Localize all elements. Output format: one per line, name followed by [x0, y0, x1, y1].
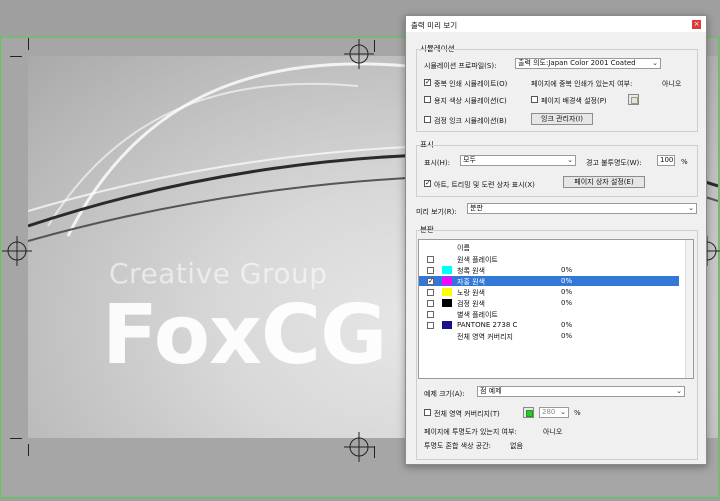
- ink-color-swatch: [442, 266, 452, 274]
- art-trim-label: 아트, 트리밍 및 도련 상자 표시(X): [434, 181, 535, 189]
- separation-row[interactable]: 청록 원색 0%: [419, 265, 679, 275]
- paper-color-checkbox[interactable]: [424, 96, 431, 103]
- art-trim-checkbox[interactable]: ✓: [424, 180, 431, 187]
- separation-name: 별색 플레이트: [457, 311, 498, 319]
- crop-mark: [10, 438, 22, 439]
- chevron-down-icon: ⌄: [567, 156, 573, 164]
- chevron-down-icon: ⌄: [676, 387, 682, 395]
- transparency-answer: 아니오: [543, 428, 563, 436]
- paper-color-label: 용지 색상 시뮬레이션(C): [434, 97, 507, 105]
- brand-subtitle: Creative Group: [109, 257, 328, 290]
- ink-color-swatch: [442, 288, 452, 296]
- ink-manager-button[interactable]: 잉크 관리자(I): [531, 113, 593, 125]
- separation-percent: 0%: [561, 288, 573, 296]
- sample-size-select[interactable]: 점 예제 ⌄: [477, 386, 685, 397]
- blend-space-label: 투명도 혼합 색상 공간:: [424, 442, 491, 450]
- blend-space-value: 없음: [510, 442, 523, 450]
- separation-percent: 0%: [561, 277, 573, 285]
- separation-percent: 0%: [561, 266, 573, 274]
- simulation-profile-value: 출력 의도:Japan Color 2001 Coated: [518, 59, 636, 67]
- show-label: 표시(H):: [424, 159, 450, 167]
- crop-mark: [374, 40, 375, 52]
- registration-mark-top-left: [344, 39, 374, 69]
- separation-row[interactable]: 원색 플레이트: [419, 254, 679, 264]
- separation-row[interactable]: ✓ 자홍 원색 0%: [419, 276, 679, 286]
- registration-mark-bottom: [344, 432, 374, 462]
- overprint-label: 중복 인쇄 시뮬레이트(O): [434, 80, 508, 88]
- separation-name: 청록 원색: [457, 267, 485, 275]
- chevron-down-icon: ⌄: [560, 408, 566, 416]
- show-value: 모두: [463, 156, 476, 164]
- overprint-checkbox[interactable]: ✓: [424, 79, 431, 86]
- simulation-profile-select[interactable]: 출력 의도:Japan Color 2001 Coated ⌄: [515, 58, 661, 69]
- coverage-label: 전체 영역 커버리지(T): [434, 410, 500, 418]
- separation-name: 검정 원색: [457, 300, 485, 308]
- page-bg-label: 페이지 배경색 설정(P): [541, 97, 607, 105]
- separation-row[interactable]: 전체 영역 커버리지 0%: [419, 331, 679, 341]
- registration-mark-left: [2, 236, 32, 266]
- coverage-value-select[interactable]: 280 ⌄: [539, 407, 569, 418]
- plate-group-checkbox[interactable]: [427, 311, 434, 318]
- black-ink-label: 검정 잉크 시뮬레이션(B): [434, 117, 507, 125]
- warning-opacity-input[interactable]: 100: [657, 155, 675, 166]
- ink-color-swatch: [442, 277, 452, 285]
- sample-size-label: 예제 크기(A):: [424, 390, 465, 398]
- dialog-titlebar[interactable]: 출력 미리 보기 ×: [406, 16, 706, 32]
- separations-header-name: 이름: [457, 244, 470, 252]
- coverage-value: 280: [542, 408, 556, 416]
- preview-value: 분판: [470, 204, 483, 212]
- simulation-profile-label: 시뮬레이션 프로파일(S):: [424, 62, 497, 70]
- separation-checkbox[interactable]: [427, 322, 434, 329]
- warning-opacity-label: 경고 불투명도(W):: [586, 159, 642, 167]
- page-bg-checkbox[interactable]: [531, 96, 538, 103]
- separation-row[interactable]: 검정 원색 0%: [419, 298, 679, 308]
- crop-mark: [28, 38, 29, 50]
- show-select[interactable]: 모두 ⌄: [460, 155, 576, 166]
- black-ink-checkbox[interactable]: [424, 116, 431, 123]
- separation-checkbox[interactable]: [427, 289, 434, 296]
- separation-percent: 0%: [561, 332, 573, 340]
- page-bg-color-swatch[interactable]: [628, 94, 639, 105]
- separation-row[interactable]: 노랑 원색 0%: [419, 287, 679, 297]
- overprint-answer: 아니오: [662, 80, 682, 88]
- warning-opacity-percent: %: [681, 158, 688, 166]
- plate-group-checkbox[interactable]: [427, 256, 434, 263]
- output-preview-dialog: 출력 미리 보기 × 시뮬레이션 시뮬레이션 프로파일(S): 출력 의도:Ja…: [405, 15, 707, 465]
- separation-row[interactable]: 별색 플레이트: [419, 309, 679, 319]
- separation-name: 노랑 원색: [457, 289, 485, 297]
- overprint-question: 페이지에 중복 인쇄가 있는지 여부:: [531, 80, 633, 88]
- separation-name: PANTONE 2738 C: [457, 321, 518, 329]
- preview-select[interactable]: 분판 ⌄: [467, 203, 697, 214]
- crop-mark: [374, 446, 375, 458]
- crop-mark: [28, 444, 29, 456]
- coverage-checkbox[interactable]: [424, 409, 431, 416]
- coverage-color-icon: [526, 410, 533, 417]
- close-icon[interactable]: ×: [692, 20, 701, 29]
- preview-label: 미리 보기(R):: [416, 208, 457, 216]
- crop-mark: [10, 56, 22, 57]
- coverage-percent: %: [574, 409, 581, 417]
- separation-percent: 0%: [561, 321, 573, 329]
- chevron-down-icon: ⌄: [688, 204, 694, 212]
- separations-list[interactable]: 이름 원색 플레이트청록 원색 0% ✓ 자홍 원색 0% 노랑 원색 0% 검정 원색 0% 별…: [418, 239, 694, 379]
- separation-checkbox[interactable]: [427, 267, 434, 274]
- brand-logo-text: FoxCG: [102, 288, 387, 383]
- separation-row[interactable]: PANTONE 2738 C 0%: [419, 320, 679, 330]
- separations-scrollbar[interactable]: [685, 240, 693, 378]
- transparency-question: 페이지에 투명도가 있는지 여부:: [424, 428, 517, 436]
- separation-name: 원색 플레이트: [457, 256, 498, 264]
- page-box-settings-button[interactable]: 페이지 상자 설정(E): [563, 176, 645, 188]
- separation-percent: 0%: [561, 299, 573, 307]
- chevron-down-icon: ⌄: [652, 59, 658, 67]
- separation-checkbox[interactable]: [427, 300, 434, 307]
- separation-name: 자홍 원색: [457, 278, 485, 286]
- coverage-color-swatch[interactable]: [523, 407, 534, 418]
- separation-checkbox[interactable]: ✓: [427, 278, 434, 285]
- ink-color-swatch: [442, 299, 452, 307]
- sample-size-value: 점 예제: [480, 387, 502, 395]
- dialog-title: 출력 미리 보기: [411, 21, 458, 30]
- ink-color-swatch: [442, 321, 452, 329]
- color-swatch-icon: [631, 97, 638, 104]
- separation-name: 전체 영역 커버리지: [457, 333, 513, 341]
